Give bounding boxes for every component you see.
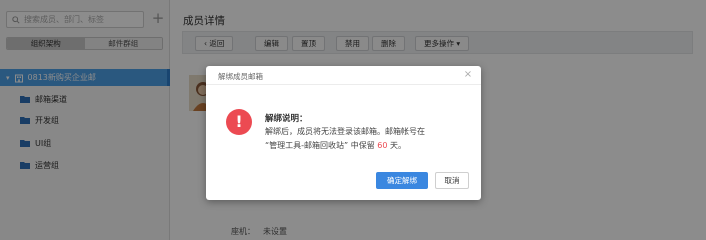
dialog-title: 解绑成员邮箱 bbox=[218, 72, 263, 81]
close-icon[interactable]: × bbox=[462, 69, 474, 81]
cancel-button[interactable]: 取消 bbox=[435, 172, 469, 189]
confirm-unbind-button[interactable]: 确定解绑 bbox=[376, 172, 428, 189]
warning-icon: ! bbox=[226, 109, 252, 135]
message-line-2: “管理工具-邮箱回收站” 中保留 60 天。 bbox=[265, 140, 406, 151]
message-line-1: 解绑后，成员将无法登录该邮箱。邮箱帐号在 bbox=[265, 127, 425, 136]
message-line-2-prefix: “管理工具-邮箱回收站” 中保留 bbox=[265, 141, 375, 150]
retention-days: 60 bbox=[377, 141, 388, 150]
unbind-mailbox-dialog: 解绑成员邮箱 × ! 解绑说明： 解绑后，成员将无法登录该邮箱。邮箱帐号在 “管… bbox=[206, 66, 481, 200]
message-title: 解绑说明： bbox=[265, 114, 308, 124]
dialog-header: 解绑成员邮箱 × bbox=[206, 66, 481, 85]
message-line-2-suffix: 天。 bbox=[390, 141, 406, 150]
